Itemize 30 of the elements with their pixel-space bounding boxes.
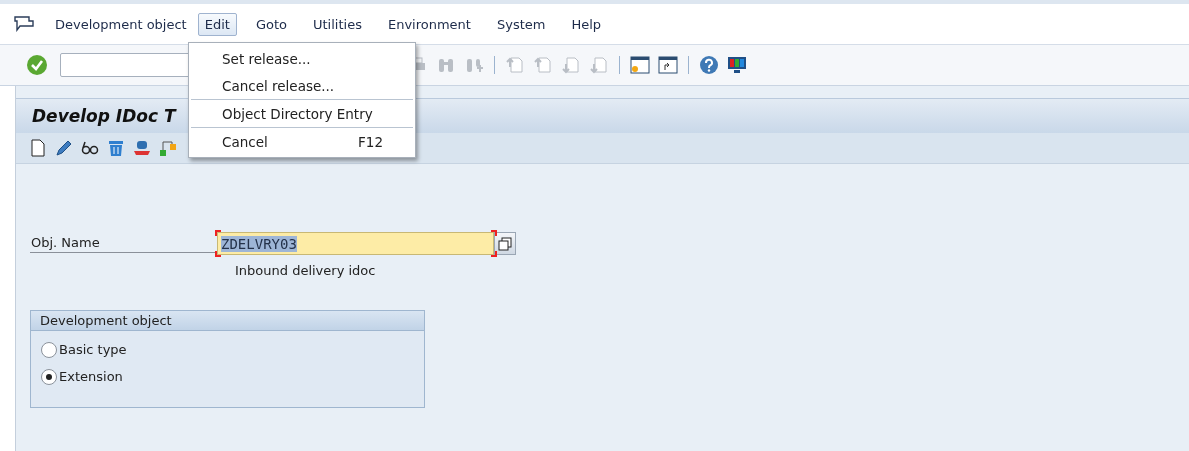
menu-icon[interactable] <box>14 16 34 32</box>
menu-entry[interactable]: Object Directory Entry <box>191 99 413 127</box>
menu-item[interactable]: Goto <box>248 12 294 36</box>
menu-item[interactable]: Development object <box>48 12 194 36</box>
menu-item[interactable]: System <box>489 12 553 36</box>
radio-button[interactable] <box>41 368 57 385</box>
group-title: Development object <box>31 311 424 331</box>
object-description: Inbound delivery idoc <box>235 263 377 278</box>
value-help-button[interactable] <box>494 232 516 255</box>
trash-icon[interactable] <box>106 138 126 158</box>
check-icon[interactable] <box>26 54 48 76</box>
menu-item[interactable]: Edit <box>197 12 237 36</box>
menu-item[interactable]: Environment <box>380 12 478 36</box>
menu-item[interactable]: Help <box>564 12 609 36</box>
menu-entry[interactable]: Cancel F12 <box>191 127 413 155</box>
menu-item[interactable]: Utilities <box>306 12 369 36</box>
new-document-icon[interactable] <box>28 138 48 158</box>
menu-entry[interactable]: Set release... <box>191 45 413 72</box>
radio-label: Basic type <box>59 342 127 357</box>
organizer-icon[interactable] <box>158 138 178 158</box>
field-label: Obj. Name <box>30 234 217 253</box>
help-icon[interactable] <box>699 55 719 75</box>
screen-title: Develop IDoc T <box>32 106 176 126</box>
pencil-icon[interactable] <box>54 138 74 158</box>
radio-label: Extension <box>59 369 123 384</box>
window-sun-icon[interactable] <box>630 55 650 75</box>
object-name-field[interactable]: ZDELVRY03 <box>217 232 494 255</box>
radio-button[interactable] <box>41 341 57 358</box>
menu-entry[interactable]: Cancel release... <box>191 72 413 99</box>
monitor-icon[interactable] <box>727 55 747 75</box>
